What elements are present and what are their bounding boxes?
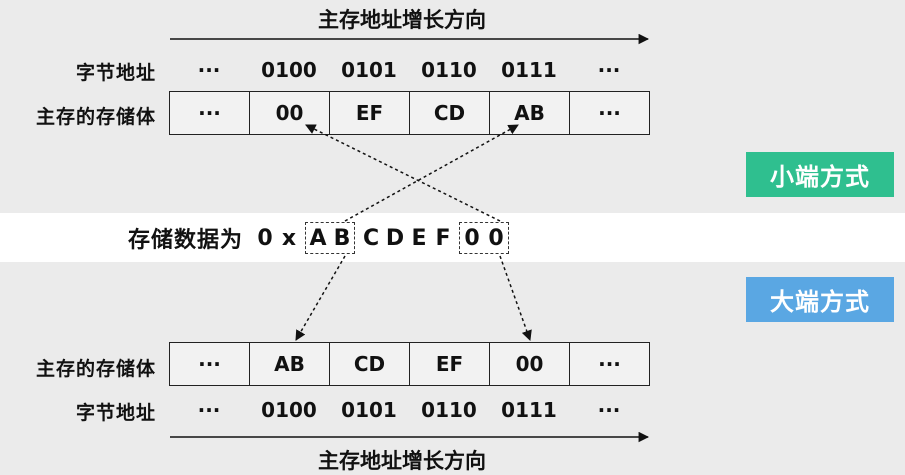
top-cell: ··· bbox=[169, 91, 250, 135]
top-storage-cells: ··· 00 EF CD AB ··· bbox=[169, 91, 650, 135]
bottom-cell: AB bbox=[249, 342, 330, 386]
bottom-cell: CD bbox=[329, 342, 410, 386]
hex-char: F bbox=[435, 225, 451, 251]
bottom-address: 0100 bbox=[261, 398, 317, 422]
top-direction-label: 主存地址增长方向 bbox=[318, 8, 486, 32]
big-arrow-ab bbox=[295, 255, 346, 341]
hex-char: 0 bbox=[464, 225, 480, 251]
bottom-cell: EF bbox=[409, 342, 490, 386]
little-arrow-ab bbox=[344, 124, 519, 222]
bottom-storage-cells: ··· AB CD EF 00 ··· bbox=[169, 342, 650, 386]
top-cell: AB bbox=[489, 91, 570, 135]
bottom-storage-label: 主存的存储体 bbox=[35, 358, 156, 380]
top-address: 0101 bbox=[341, 58, 397, 82]
bottom-cell: 00 bbox=[489, 342, 570, 386]
little-arrow-00 bbox=[305, 124, 501, 222]
top-byte-address-label: 字节地址 bbox=[75, 62, 156, 84]
hex-char: C bbox=[362, 225, 380, 251]
bottom-address: 0111 bbox=[501, 398, 557, 422]
hex-char: 0 bbox=[257, 225, 273, 251]
data-prefix: 存储数据为 bbox=[128, 228, 244, 253]
top-address: ··· bbox=[597, 58, 621, 82]
bottom-cell: ··· bbox=[169, 342, 250, 386]
bottom-address: ··· bbox=[597, 398, 621, 422]
bottom-byte-address-label: 字节地址 bbox=[75, 402, 156, 424]
bottom-cell: ··· bbox=[569, 342, 650, 386]
bottom-address: 0110 bbox=[421, 398, 477, 422]
bottom-address: ··· bbox=[197, 398, 221, 422]
top-cell: CD bbox=[409, 91, 490, 135]
top-cell: EF bbox=[329, 91, 410, 135]
top-cell: ··· bbox=[569, 91, 650, 135]
hex-char: B bbox=[333, 225, 351, 251]
hex-char: D bbox=[385, 225, 405, 251]
bottom-direction-label: 主存地址增长方向 bbox=[318, 449, 486, 473]
big-arrow-00 bbox=[499, 255, 532, 341]
data-line: 存储数据为 0 x A B C D E F 0 0 bbox=[128, 221, 510, 255]
little-endian-badge: 小端方式 bbox=[746, 152, 894, 197]
top-storage-label: 主存的存储体 bbox=[35, 106, 156, 128]
high-byte-group: A B bbox=[305, 222, 356, 254]
low-byte-group: 0 0 bbox=[459, 222, 510, 254]
hex-char: A bbox=[309, 225, 327, 251]
top-address: 0111 bbox=[501, 58, 557, 82]
top-address: 0100 bbox=[261, 58, 317, 82]
big-endian-badge: 大端方式 bbox=[746, 277, 894, 322]
hex-char: E bbox=[411, 225, 427, 251]
top-address: ··· bbox=[197, 58, 221, 82]
top-cell: 00 bbox=[249, 91, 330, 135]
bottom-address: 0101 bbox=[341, 398, 397, 422]
top-address: 0110 bbox=[421, 58, 477, 82]
hex-char: x bbox=[281, 225, 297, 251]
hex-char: 0 bbox=[488, 225, 504, 251]
